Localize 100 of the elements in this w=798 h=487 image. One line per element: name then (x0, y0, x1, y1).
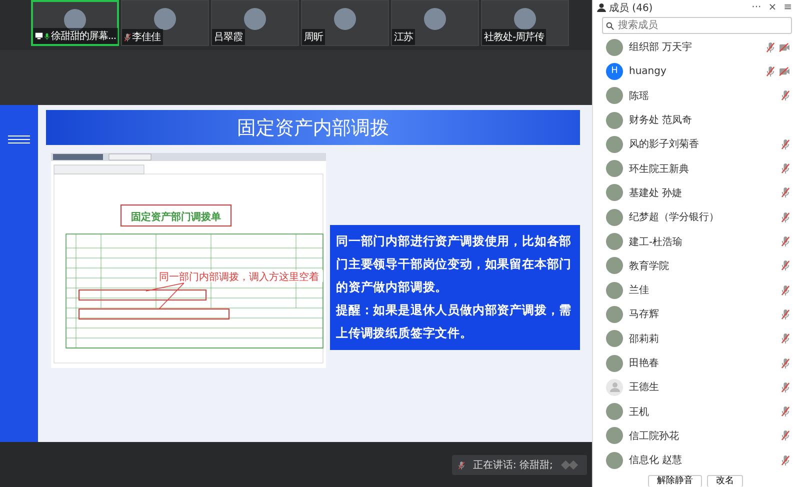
participant-name: 江苏 (394, 30, 413, 44)
member-name: huangy (629, 66, 668, 77)
member-name: 环生院王新典 (629, 162, 690, 176)
member-item[interactable]: 陈瑶 (593, 84, 798, 108)
muted-mic-icon (781, 333, 790, 344)
member-name: 田艳春 (629, 357, 660, 370)
avatar-photo (606, 330, 623, 348)
panel-button[interactable]: 改名 (707, 475, 743, 487)
member-item[interactable]: H huangy (593, 59, 798, 84)
member-name: 基建处 孙婕 (629, 186, 684, 200)
avatar (424, 8, 446, 30)
person-icon (597, 3, 606, 12)
camera-off-icon (779, 42, 790, 52)
member-name: 组织部 万天宇 (629, 40, 694, 54)
avatar-photo (606, 354, 623, 372)
muted-mic-icon (781, 187, 790, 198)
avatar-photo (606, 208, 623, 226)
member-name: 财务处 范凤奇 (629, 114, 694, 128)
note-text: 同一部门内部进行资产调拨使用，比如各部门主要领导干部岗位变动，如果留在本部门的资产做内部调拨。 (336, 233, 573, 296)
avatar (154, 8, 176, 30)
avatar-photo (606, 184, 623, 202)
muted-mic-icon (766, 42, 775, 53)
member-name: 信息化 赵慧 (629, 454, 684, 468)
member-item[interactable]: 王机 (593, 399, 798, 424)
member-item[interactable]: 建工-杜浩瑜 (593, 229, 798, 254)
member-item[interactable]: 组织部 万天宇 (593, 35, 798, 60)
participant-name: 李佳佳 (132, 30, 160, 44)
video-tile[interactable]: 周昕 (301, 0, 389, 46)
avatar-photo (606, 233, 623, 250)
video-tile[interactable]: 江苏 (391, 0, 479, 46)
avatar-photo (606, 136, 623, 153)
avatar (64, 9, 86, 31)
avatar-photo (606, 112, 623, 129)
muted-mic-icon (781, 260, 790, 272)
annotation-text: 同一部门内部调拨，调入方这里空着 (159, 272, 319, 283)
avatar (514, 8, 536, 30)
more-button[interactable]: ··· (750, 2, 764, 13)
member-item[interactable]: 信息化 赵慧 (593, 448, 798, 472)
avatar-photo (606, 403, 623, 420)
participant-name: 徐甜甜的屏幕... (51, 30, 116, 43)
member-item[interactable]: 马存辉 (593, 302, 798, 327)
member-name: 马存辉 (629, 308, 660, 322)
participant-name: 周昕 (304, 30, 323, 44)
member-item[interactable]: 财务处 范凤奇 (593, 108, 798, 132)
video-tile[interactable]: 吕翠霞 (211, 0, 299, 46)
search-field[interactable]: 搜索成员 (602, 17, 792, 34)
muted-mic-icon (781, 163, 790, 174)
member-item[interactable]: 风的影子刘菊香 (593, 132, 798, 156)
member-item[interactable]: 教育学院 (593, 254, 798, 278)
muted-mic-icon (781, 430, 790, 442)
panel-button[interactable]: 解除静音 (648, 475, 702, 487)
muted-mic-icon (781, 212, 790, 223)
muted-mic-icon (781, 90, 790, 102)
panel-title: 成员 (46) (609, 2, 653, 14)
member-name: 建工-杜浩瑜 (629, 236, 684, 249)
member-name: 纪梦超（学分银行） (629, 210, 720, 224)
member-item[interactable]: 纪梦超（学分银行） (593, 205, 798, 230)
avatar-photo (606, 427, 623, 444)
muted-mic-icon (781, 236, 790, 248)
speaking-text: 正在讲话: 徐甜甜; (472, 458, 553, 472)
member-name: 信工院孙花 (629, 430, 680, 443)
avatar-photo (606, 38, 623, 56)
note-text: 提醒：如果是退休人员做内部资产调拨，需上传调拨纸质签字文件。 (336, 302, 573, 342)
member-item[interactable]: 信工院孙花 (593, 424, 798, 448)
form-title: 固定资产部门调拨单 (131, 212, 221, 223)
participant-name: 社教处-周芹传 (484, 30, 544, 44)
avatar (606, 378, 623, 396)
member-name: 风的影子刘菊香 (629, 138, 700, 152)
avatar-photo (606, 452, 623, 469)
avatar (244, 8, 266, 30)
muted-mic-icon (781, 454, 790, 466)
menu-icon (8, 135, 30, 144)
member-name: 教育学院 (629, 260, 670, 273)
slide-title: 固定资产内部调拨 (46, 110, 580, 145)
member-item[interactable]: 环生院王新典 (593, 156, 798, 181)
member-name: 王机 (629, 406, 650, 419)
muted-mic-icon (781, 138, 790, 150)
member-item[interactable]: 邵莉莉 (593, 326, 798, 351)
member-item[interactable]: 田艳春 (593, 350, 798, 376)
member-item[interactable]: 基建处 孙婕 (593, 180, 798, 206)
menu-button[interactable]: ≡ (782, 2, 794, 13)
avatar-photo (606, 257, 623, 274)
member-item[interactable]: 兰佳 (593, 278, 798, 302)
camera-off-icon (779, 66, 790, 76)
video-tile[interactable]: 社教处-周芹传 (481, 0, 569, 46)
member-item[interactable]: 王德生 (593, 375, 798, 400)
avatar (334, 8, 356, 30)
member-name: 邵莉莉 (629, 332, 660, 346)
video-tile[interactable]: 徐甜甜的屏幕... (31, 0, 119, 46)
muted-mic-icon (781, 382, 790, 393)
video-tile[interactable]: 李佳佳 (121, 0, 209, 46)
search-icon (606, 22, 614, 30)
muted-mic-icon (124, 32, 131, 42)
close-button[interactable]: × (766, 2, 779, 13)
member-name: 王德生 (629, 380, 660, 394)
avatar-photo (606, 160, 623, 178)
avatar-photo (606, 306, 623, 323)
muted-mic-icon (766, 66, 775, 77)
participant-name: 吕翠霞 (214, 31, 242, 44)
muted-mic-icon (781, 358, 790, 368)
